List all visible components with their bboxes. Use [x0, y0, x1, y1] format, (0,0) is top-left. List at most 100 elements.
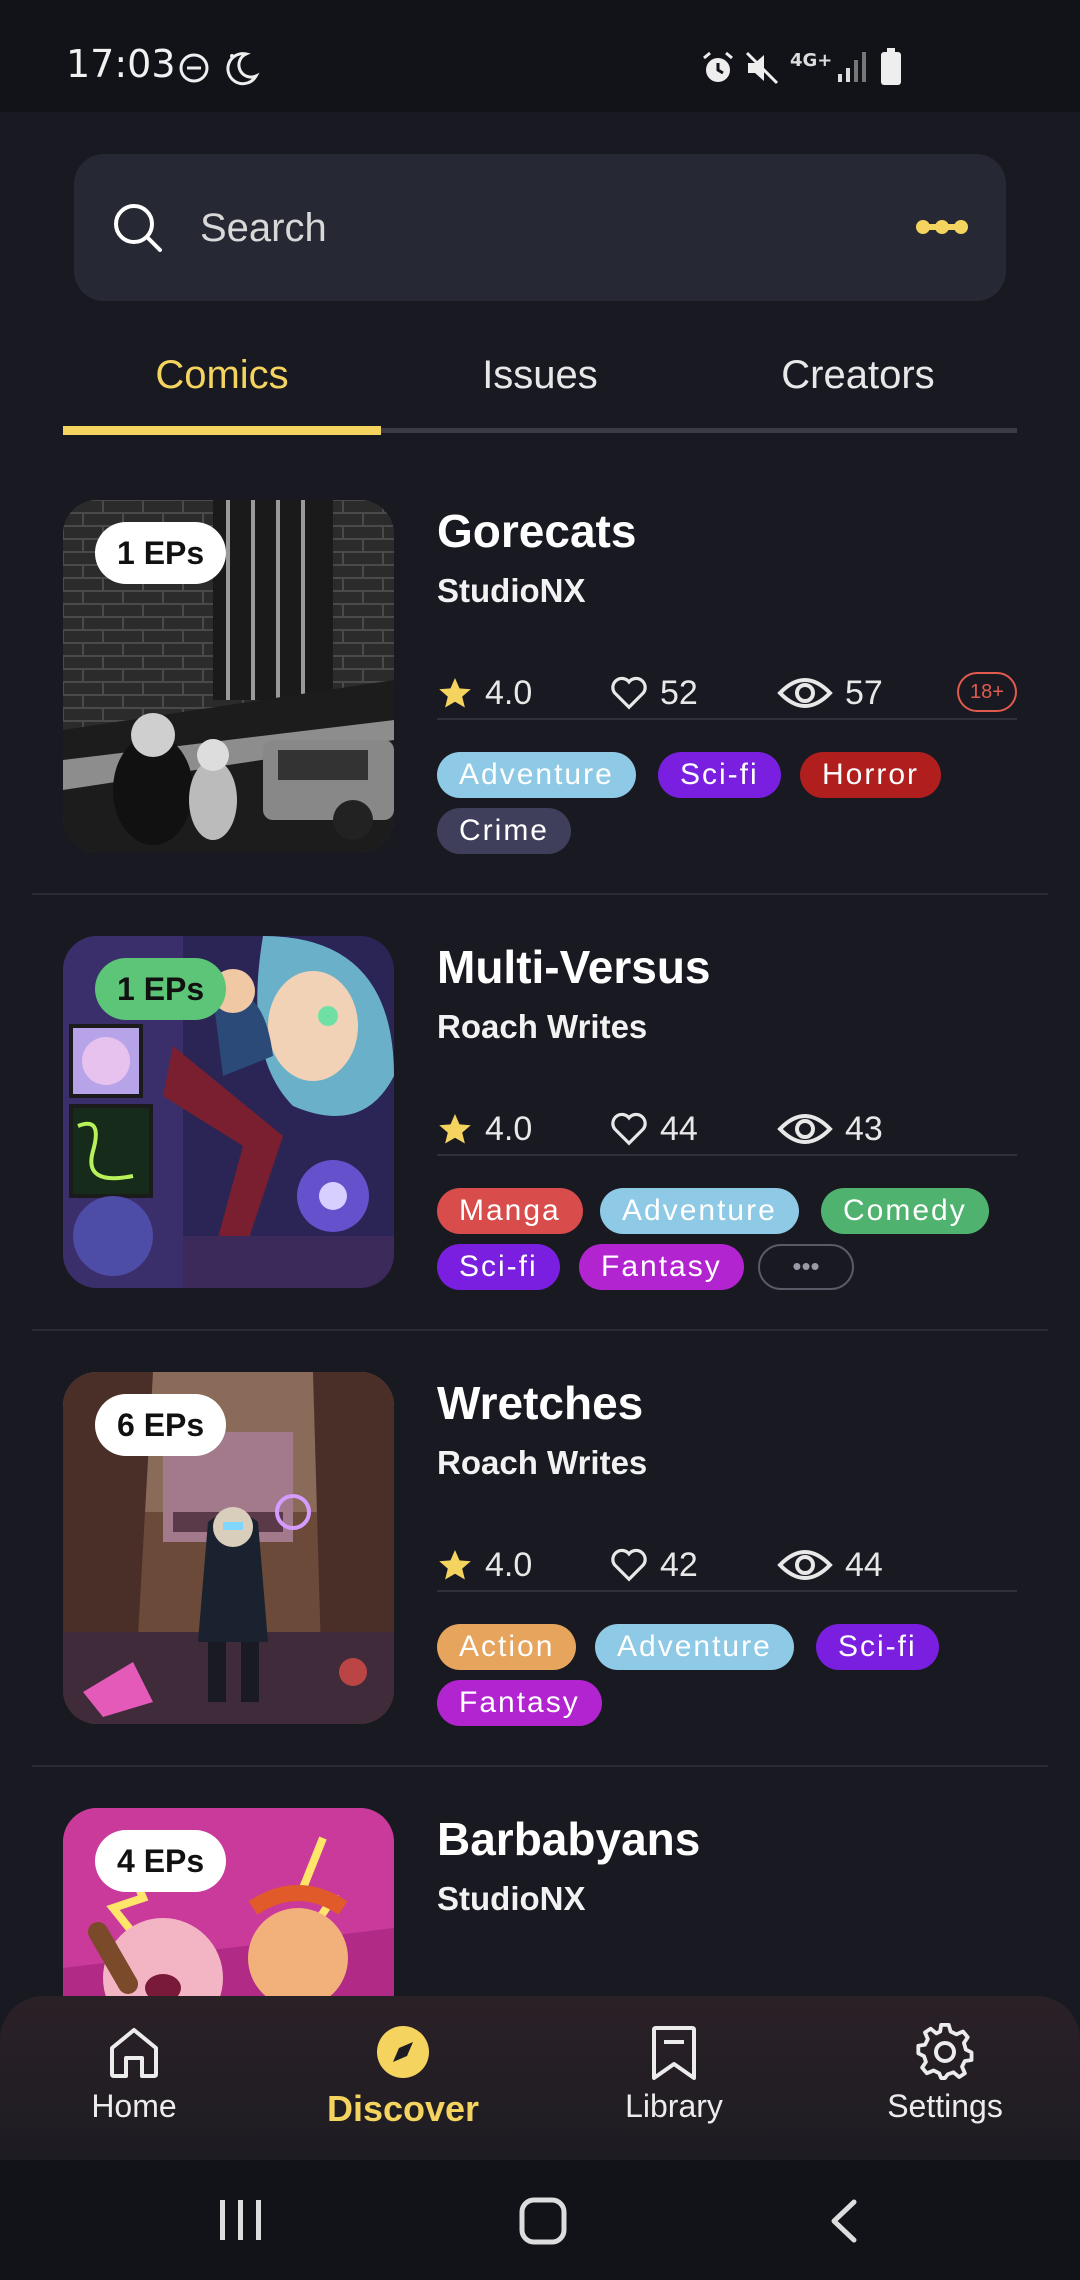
nav-label: Library — [625, 2088, 723, 2124]
search-icon — [114, 204, 162, 252]
comic-creator[interactable]: StudioNX — [437, 572, 585, 610]
episode-count-badge: 1 EPs — [95, 522, 227, 584]
home-icon — [110, 2028, 158, 2078]
views-stat: 43 — [777, 1104, 883, 1154]
system-navigation-bar — [0, 2160, 1080, 2280]
likes-count: 42 — [660, 1545, 698, 1584]
views-count: 57 — [845, 673, 883, 712]
bookmark-icon — [652, 2026, 696, 2080]
mute-icon — [745, 51, 779, 85]
tab-issues[interactable]: Issues — [381, 340, 699, 430]
views-stat: 44 — [777, 1540, 883, 1590]
do-not-disturb-icon — [179, 53, 209, 83]
tab-active-indicator — [63, 426, 381, 435]
star-icon — [439, 1114, 471, 1144]
likes-count: 52 — [660, 673, 698, 712]
rating-stat: 4.0 — [437, 1104, 532, 1154]
stats-divider — [437, 718, 1017, 720]
comic-title: Multi-Versus — [437, 941, 711, 993]
eye-icon — [777, 678, 833, 708]
views-stat: 57 — [777, 668, 883, 718]
star-icon — [439, 678, 471, 708]
bottom-navigation: Home Discover Library Settings — [0, 1996, 1080, 2160]
rating-stat: 4.0 — [437, 1540, 532, 1590]
genre-tag[interactable]: Sci-fi — [437, 1244, 560, 1290]
comic-creator[interactable]: Roach Writes — [437, 1008, 647, 1046]
genre-tag[interactable]: Fantasy — [579, 1244, 744, 1290]
comic-title: Barbabyans — [437, 1813, 701, 1865]
search-input[interactable] — [200, 198, 800, 258]
gear-icon — [916, 2022, 974, 2080]
night-mode-icon — [226, 52, 260, 86]
genre-tag[interactable]: Comedy — [821, 1188, 989, 1234]
nav-settings[interactable]: Settings — [845, 2022, 1045, 2125]
network-label: 4G+ — [790, 50, 833, 71]
recent-apps-icon[interactable] — [218, 2198, 264, 2242]
back-icon[interactable] — [826, 2198, 862, 2244]
episode-count-badge: 6 EPs — [95, 1394, 227, 1456]
heart-icon — [611, 1112, 647, 1146]
genre-tag[interactable]: Adventure — [437, 752, 636, 798]
nav-discover[interactable]: Discover — [303, 2022, 503, 2130]
stats-divider — [437, 1154, 1017, 1156]
battery-icon — [881, 48, 901, 85]
likes-stat[interactable]: 42 — [610, 1540, 698, 1590]
views-count: 43 — [845, 1109, 883, 1148]
rating-value: 4.0 — [485, 673, 533, 712]
row-divider — [32, 1765, 1048, 1767]
nav-label: Home — [91, 2088, 177, 2124]
comic-card-wretches[interactable]: 6 EPs Wretches Roach Writes 4.0 42 44 Ac… — [0, 1372, 1080, 1808]
search-bar[interactable] — [74, 154, 1006, 301]
views-count: 44 — [845, 1545, 883, 1584]
more-options-icon[interactable] — [914, 214, 970, 240]
genre-tag[interactable]: Adventure — [595, 1624, 794, 1670]
star-icon — [439, 1550, 471, 1580]
genre-tag[interactable]: Crime — [437, 808, 571, 854]
row-divider — [32, 893, 1048, 895]
genre-tag[interactable]: Action — [437, 1624, 577, 1670]
comic-creator[interactable]: StudioNX — [437, 1880, 585, 1918]
signal-icon — [838, 52, 866, 82]
status-bar: 17:03 4G+ — [0, 0, 1080, 112]
tab-comics[interactable]: Comics — [63, 340, 381, 430]
rating-stat: 4.0 — [437, 668, 532, 718]
comic-title: Wretches — [437, 1377, 644, 1429]
age-rating-badge: 18+ — [957, 672, 1017, 712]
comic-creator[interactable]: Roach Writes — [437, 1444, 647, 1482]
genre-tag[interactable]: Sci-fi — [658, 752, 781, 798]
eye-icon — [777, 1550, 833, 1580]
comic-stats: 4.0 44 43 — [437, 1104, 1017, 1154]
comic-cover-image[interactable]: 1 EPs — [63, 936, 394, 1288]
genre-tag[interactable]: Sci-fi — [816, 1624, 939, 1670]
genre-tag[interactable]: Manga — [437, 1188, 583, 1234]
comic-cover-image[interactable]: 1 EPs — [63, 500, 394, 852]
category-tabs: Comics Issues Creators — [63, 340, 1017, 436]
more-tags-button[interactable]: ••• — [758, 1244, 854, 1290]
nav-library[interactable]: Library — [574, 2022, 774, 2125]
nav-label: Settings — [887, 2088, 1003, 2124]
genre-tag[interactable]: Adventure — [600, 1188, 799, 1234]
comic-card-multi-versus[interactable]: 1 EPs Multi-Versus Roach Writes 4.0 44 4… — [0, 936, 1080, 1372]
stats-divider — [437, 1590, 1017, 1592]
rating-value: 4.0 — [485, 1545, 533, 1584]
comic-stats: 4.0 42 44 — [437, 1540, 1017, 1590]
home-button-icon[interactable] — [518, 2196, 568, 2246]
genre-tag[interactable]: Fantasy — [437, 1680, 602, 1726]
status-time: 17:03 — [66, 42, 176, 86]
row-divider — [32, 1329, 1048, 1331]
alarm-icon — [703, 51, 733, 82]
comic-stats: 4.0 52 57 18+ — [437, 668, 1017, 718]
likes-stat[interactable]: 52 — [610, 668, 698, 718]
episode-count-badge: 1 EPs — [95, 958, 227, 1020]
genre-tag[interactable]: Horror — [800, 752, 942, 798]
comic-card-gorecats[interactable]: 1 EPs Gorecats StudioNX 4.0 52 57 18+ Ad… — [0, 500, 1080, 936]
nav-home[interactable]: Home — [34, 2022, 234, 2125]
heart-icon — [611, 1548, 647, 1582]
eye-icon — [777, 1114, 833, 1144]
comic-title: Gorecats — [437, 505, 637, 557]
heart-icon — [611, 676, 647, 710]
tab-creators[interactable]: Creators — [699, 340, 1017, 430]
nav-label: Discover — [326, 2088, 480, 2129]
comic-cover-image[interactable]: 6 EPs — [63, 1372, 394, 1724]
likes-stat[interactable]: 44 — [610, 1104, 698, 1154]
